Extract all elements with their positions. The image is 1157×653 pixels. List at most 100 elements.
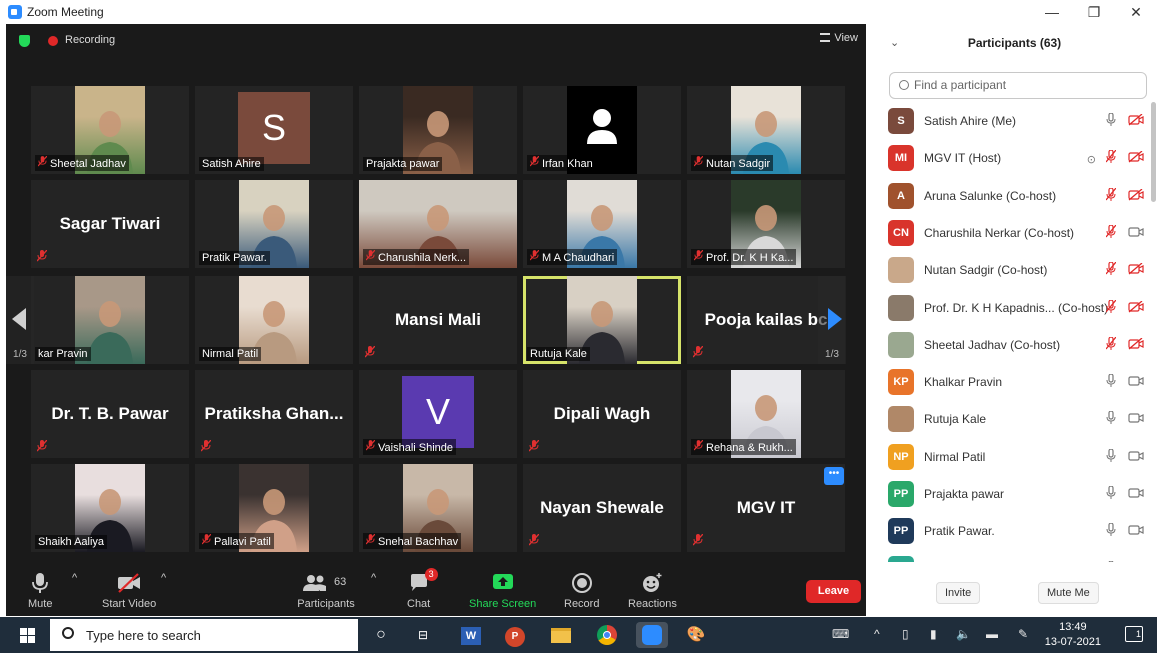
video-tile[interactable]: Nayan Shewale <box>523 464 681 552</box>
usb-icon[interactable]: ▮ <box>930 627 937 641</box>
close-button[interactable]: ✕ <box>1115 0 1157 24</box>
mute-me-button[interactable]: Mute Me <box>1038 582 1099 604</box>
mic-icon[interactable] <box>1106 410 1116 427</box>
mic-icon[interactable] <box>1106 485 1116 502</box>
mic-icon[interactable] <box>1106 112 1116 129</box>
video-tile[interactable]: kar Pravin <box>31 276 189 364</box>
video-tile[interactable]: Dr. T. B. Pawar <box>31 370 189 458</box>
view-button[interactable]: View <box>820 32 858 44</box>
participant-row[interactable]: PP Pratik Pawar. <box>872 512 1150 549</box>
mic-icon[interactable] <box>1106 522 1116 539</box>
video-tile[interactable]: Mansi Mali <box>359 276 517 364</box>
video-tile[interactable]: Irfan Khan <box>523 86 681 174</box>
restore-button[interactable]: ❐ <box>1073 0 1115 24</box>
video-tile[interactable]: MGV IT <box>687 464 845 552</box>
video-tile[interactable]: Pallavi Patil <box>195 464 353 552</box>
participant-name: Pratik Pawar. <box>924 524 995 539</box>
more-options-button[interactable]: ••• <box>824 467 844 485</box>
participant-row[interactable]: S Satish Ahire (Me) <box>872 102 1150 139</box>
security-shield-icon[interactable] <box>19 35 30 47</box>
paint-app-icon[interactable]: 🎨 <box>683 622 709 648</box>
participant-row[interactable]: Sheetal Jadhav (Co-host) <box>872 326 1150 363</box>
participant-row[interactable]: NP Nirmal Patil <box>872 438 1150 475</box>
task-view-icon[interactable]: ⊟ <box>410 622 436 648</box>
tile-name-label: Vaishali Shinde <box>363 439 457 455</box>
invite-button[interactable]: Invite <box>936 582 981 604</box>
participant-row[interactable]: KP Khalkar Pravin <box>872 363 1150 400</box>
video-tile[interactable]: Rutuja Kale <box>523 276 681 364</box>
participant-search[interactable] <box>889 72 1147 99</box>
participant-search-input[interactable] <box>914 78 1134 92</box>
next-page-arrow[interactable]: 1/3 <box>818 276 846 364</box>
audio-options-caret-icon[interactable]: ^ <box>72 572 77 584</box>
mic-muted-icon[interactable] <box>1105 149 1117 166</box>
start-video-button[interactable]: Start Video <box>102 572 156 610</box>
windows-start-icon[interactable] <box>20 628 35 643</box>
participants-scrollbar[interactable] <box>1151 102 1156 202</box>
file-explorer-icon[interactable] <box>548 622 574 648</box>
video-tile[interactable]: Sheetal Jadhav <box>31 86 189 174</box>
tray-expand-icon[interactable]: ^ <box>874 627 880 641</box>
keyboard-icon[interactable]: ⌨ <box>832 627 849 641</box>
video-tile[interactable]: Nutan Sadgir <box>687 86 845 174</box>
tile-name-label: Rutuja Kale <box>527 347 590 361</box>
mic-muted-icon[interactable] <box>1105 261 1117 278</box>
video-tile[interactable]: Pratiksha Ghan... <box>195 370 353 458</box>
mute-button[interactable]: Mute <box>28 572 52 610</box>
participant-avatar <box>888 257 914 284</box>
cortana-icon[interactable]: ○ <box>368 622 394 648</box>
mic-muted-icon[interactable] <box>1105 224 1117 241</box>
mic-muted-icon[interactable] <box>1105 336 1117 353</box>
video-tile[interactable]: Pratik Pawar. <box>195 180 353 268</box>
prev-page-arrow[interactable]: 1/3 <box>6 276 34 364</box>
participant-row[interactable]: A Aruna Salunke (Co-host) <box>872 177 1150 214</box>
zoom-app-icon[interactable] <box>636 622 668 648</box>
chrome-app-icon[interactable] <box>594 622 620 648</box>
word-app-icon[interactable]: W <box>458 622 484 648</box>
participants-caret-icon[interactable]: ^ <box>371 572 376 584</box>
video-tile[interactable]: M A Chaudhari <box>523 180 681 268</box>
device-icon[interactable]: ▯ <box>902 627 909 641</box>
video-tile[interactable]: Nirmal Patil <box>195 276 353 364</box>
video-tile[interactable]: Sagar Tiwari <box>31 180 189 268</box>
mic-muted-icon[interactable] <box>1105 186 1117 204</box>
participants-button[interactable]: 63 Participants <box>296 572 356 610</box>
participant-row[interactable]: MI MGV IT (Host) ⊙ <box>872 139 1150 176</box>
participant-row[interactable]: SAShaikh Aaliya <box>872 550 1150 562</box>
video-tile[interactable]: Prajakta pawar <box>359 86 517 174</box>
video-tile[interactable]: Dipali Wagh <box>523 370 681 458</box>
participant-row[interactable]: PP Prajakta pawar <box>872 475 1150 512</box>
participants-list: S Satish Ahire (Me) MI MGV IT (Host) ⊙ A Aruna… <box>872 102 1150 562</box>
participant-row[interactable]: Prof. Dr. K H Kapadnis... (Co-host) <box>872 289 1150 326</box>
share-screen-button[interactable]: Share Screen <box>469 572 536 610</box>
video-tile[interactable]: Shaikh Aaliya <box>31 464 189 552</box>
mic-muted-icon[interactable] <box>1105 298 1117 316</box>
taskbar-search[interactable]: Type here to search <box>50 619 358 651</box>
system-clock[interactable]: 13:49 13-07-2021 <box>1045 620 1101 650</box>
leave-button[interactable]: Leave <box>806 580 861 603</box>
video-tile[interactable]: Rehana & Rukh... <box>687 370 845 458</box>
pen-icon[interactable]: ✎ <box>1018 627 1028 641</box>
participant-row[interactable]: CN Charushila Nerkar (Co-host) <box>872 214 1150 251</box>
video-tile[interactable]: S Satish Ahire <box>195 86 353 174</box>
network-icon[interactable]: ▬ <box>986 627 998 641</box>
reactions-button[interactable]: Reactions <box>628 572 677 610</box>
participant-row[interactable]: Rutuja Kale <box>872 400 1150 437</box>
participant-name: Satish Ahire (Me) <box>924 114 1017 128</box>
mic-icon[interactable] <box>1106 448 1116 465</box>
powerpoint-app-icon[interactable]: P <box>502 622 528 648</box>
video-tile[interactable]: Snehal Bachhav <box>359 464 517 552</box>
mic-icon[interactable] <box>1106 373 1116 390</box>
arrow-left-icon <box>12 308 26 330</box>
volume-icon[interactable]: 🔈 <box>956 627 971 641</box>
notifications-icon[interactable]: 1 <box>1125 626 1143 642</box>
record-button[interactable]: Record <box>564 572 599 610</box>
chat-button[interactable]: 3 Chat <box>407 568 438 610</box>
minimize-button[interactable]: — <box>1031 0 1073 24</box>
participant-avatar: S <box>888 108 914 134</box>
video-tile[interactable]: Prof. Dr. K H Ka... <box>687 180 845 268</box>
video-tile[interactable]: V Vaishali Shinde <box>359 370 517 458</box>
video-options-caret-icon[interactable]: ^ <box>161 572 166 584</box>
video-tile[interactable]: Charushila Nerk... <box>359 180 517 268</box>
participant-row[interactable]: Nutan Sadgir (Co-host) <box>872 251 1150 288</box>
